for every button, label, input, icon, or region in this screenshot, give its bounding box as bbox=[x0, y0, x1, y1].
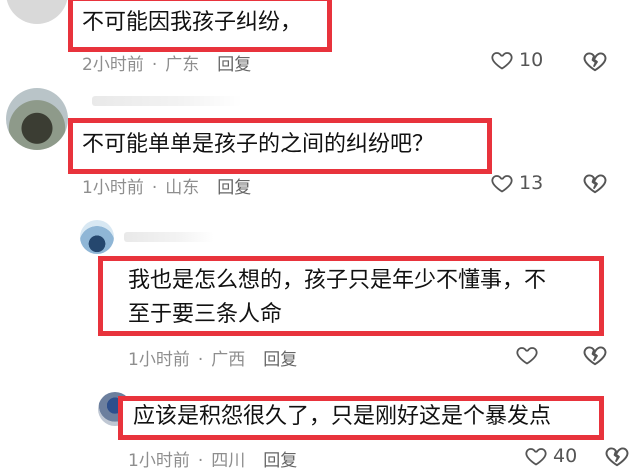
comment-location: 广西 bbox=[211, 350, 246, 370]
comment-meta: 1小时前 · 山东 回复 bbox=[82, 178, 252, 198]
broken-heart-icon[interactable] bbox=[582, 48, 608, 74]
comment-location: 四川 bbox=[211, 451, 246, 471]
like-button[interactable]: 40 bbox=[524, 444, 577, 468]
username[interactable] bbox=[92, 96, 242, 106]
reply-button[interactable]: 回复 bbox=[263, 451, 297, 471]
comment-text: 至于要三条人命 bbox=[128, 302, 283, 327]
comment-location: 山东 bbox=[165, 178, 200, 198]
comment-meta: 1小时前 · 广西 回复 bbox=[128, 350, 298, 370]
comment-time: 1小时前 bbox=[128, 350, 190, 370]
comment-location: 广东 bbox=[165, 55, 200, 75]
avatar[interactable] bbox=[6, 88, 68, 150]
broken-heart-icon[interactable] bbox=[604, 443, 630, 469]
heart-outline-icon bbox=[491, 52, 513, 70]
avatar[interactable] bbox=[6, 0, 68, 24]
username[interactable] bbox=[124, 232, 214, 242]
reply-button[interactable]: 回复 bbox=[217, 178, 251, 198]
comment-time: 1小时前 bbox=[82, 178, 144, 198]
comment-text: 应该是积怨很久了，只是刚好这是个暴发点 bbox=[133, 404, 552, 429]
like-button[interactable]: 10 bbox=[490, 48, 543, 72]
comment-meta: 1小时前 · 四川 回复 bbox=[128, 451, 298, 471]
comment-time: 1小时前 bbox=[128, 451, 190, 471]
broken-heart-icon[interactable] bbox=[582, 170, 608, 196]
like-button[interactable] bbox=[515, 343, 544, 367]
heart-outline-icon bbox=[525, 448, 547, 466]
comment-text: 我也是怎么想的，孩子只是年少不懂事，不 bbox=[128, 268, 547, 293]
comment-text: 不可能因我孩子纠纷， bbox=[82, 10, 303, 35]
heart-outline-icon bbox=[491, 175, 513, 193]
comment-time: 2小时前 bbox=[82, 55, 144, 75]
comment-meta: 2小时前 · 广东 回复 bbox=[82, 55, 252, 75]
like-button[interactable]: 13 bbox=[490, 171, 543, 195]
reply-button[interactable]: 回复 bbox=[217, 55, 251, 75]
heart-outline-icon bbox=[516, 347, 538, 365]
like-count: 10 bbox=[519, 49, 544, 71]
like-count: 40 bbox=[553, 445, 578, 467]
reply-button[interactable]: 回复 bbox=[263, 350, 297, 370]
avatar[interactable] bbox=[80, 220, 114, 254]
comment-text: 不可能单单是孩子的之间的纠纷吧？ bbox=[82, 132, 435, 157]
broken-heart-icon[interactable] bbox=[582, 342, 608, 368]
like-count: 13 bbox=[519, 172, 544, 194]
